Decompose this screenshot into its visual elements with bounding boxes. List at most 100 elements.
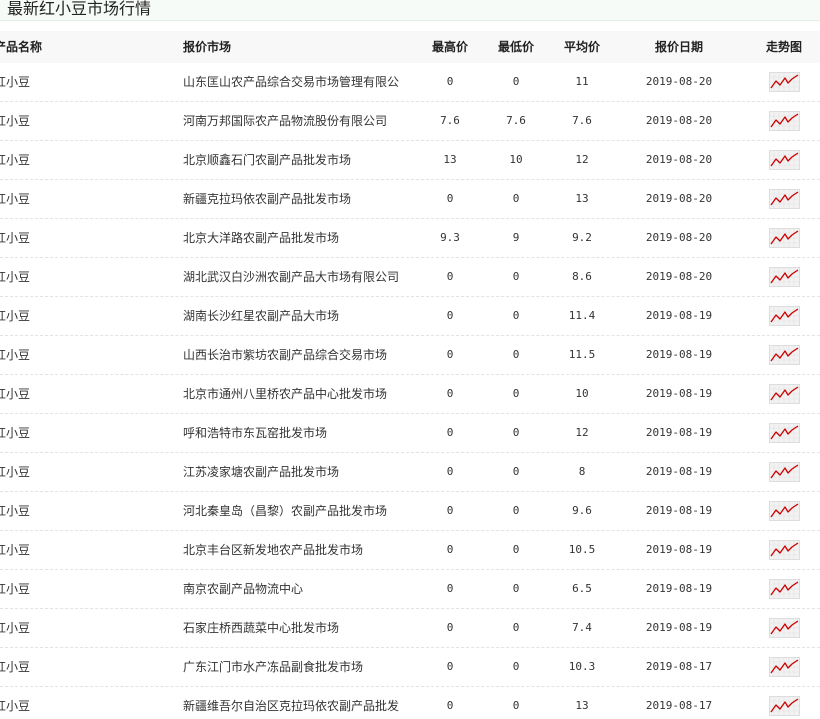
trend-chart-icon: [769, 267, 800, 287]
avg-price-cell: 9.6: [572, 504, 592, 517]
trend-chart-icon: [769, 306, 800, 326]
product-name-cell: 红小豆: [0, 699, 31, 713]
high-price-cell: 0: [446, 426, 454, 439]
high-price-cell: 0: [446, 504, 454, 517]
quote-date-cell: 2019-08-19: [645, 465, 713, 478]
high-price-cell: 0: [446, 387, 454, 400]
low-price-cell: 7.6: [506, 114, 526, 127]
low-price-cell: 9: [512, 231, 520, 244]
quote-date-cell: 2019-08-20: [645, 270, 713, 283]
trend-chart-icon: [769, 189, 800, 209]
product-name-cell: 红小豆: [0, 387, 31, 401]
table-row: 红小豆 河北秦皇岛（昌黎）农副产品批发市场 0 0 9.6 2019-08-19: [0, 492, 820, 531]
market-name-cell: 北京大洋路农副产品批发市场: [183, 231, 340, 245]
quote-date-cell: 2019-08-19: [645, 348, 713, 361]
table-row: 红小豆 山东匡山农产品综合交易市场管理有限公 0 0 11 2019-08-20: [0, 63, 820, 102]
quote-date-cell: 2019-08-19: [645, 582, 713, 595]
table-row: 红小豆 新疆维吾尔自治区克拉玛依农副产品批发 0 0 13 2019-08-17: [0, 687, 820, 719]
trend-chart-link[interactable]: [769, 306, 800, 326]
trend-chart-link[interactable]: [769, 657, 800, 677]
trend-chart-icon: [769, 501, 800, 521]
trend-chart-icon: [769, 540, 800, 560]
market-name-cell: 山西长治市紫坊农副产品综合交易市场: [183, 348, 388, 362]
table-row: 红小豆 湖北武汉白沙洲农副产品大市场有限公司 0 0 8.6 2019-08-20: [0, 258, 820, 297]
quote-date-cell: 2019-08-17: [645, 699, 713, 712]
trend-chart-icon: [769, 345, 800, 365]
trend-chart-link[interactable]: [769, 423, 800, 443]
trend-chart-link[interactable]: [769, 618, 800, 638]
trend-chart-link[interactable]: [769, 540, 800, 560]
market-name-cell: 山东匡山农产品综合交易市场管理有限公: [183, 75, 400, 89]
low-price-cell: 0: [512, 465, 520, 478]
table-row: 红小豆 湖南长沙红星农副产品大市场 0 0 11.4 2019-08-19: [0, 297, 820, 336]
trend-chart-link[interactable]: [769, 111, 800, 131]
avg-price-cell: 7.4: [572, 621, 592, 634]
column-header-market: 报价市场: [183, 40, 232, 54]
table-row: 红小豆 新疆克拉玛依农副产品批发市场 0 0 13 2019-08-20: [0, 180, 820, 219]
trend-chart-link[interactable]: [769, 384, 800, 404]
column-header-product: 产品名称: [0, 40, 43, 54]
quote-date-cell: 2019-08-20: [645, 153, 713, 166]
avg-price-cell: 11.4: [568, 309, 596, 322]
trend-chart-link[interactable]: [769, 696, 800, 716]
product-name-cell: 红小豆: [0, 192, 31, 206]
trend-chart-link[interactable]: [769, 579, 800, 599]
trend-chart-icon: [769, 462, 800, 482]
market-name-cell: 湖南长沙红星农副产品大市场: [183, 309, 340, 323]
product-name-cell: 红小豆: [0, 621, 31, 635]
trend-chart-link[interactable]: [769, 345, 800, 365]
market-name-cell: 石家庄桥西蔬菜中心批发市场: [183, 621, 340, 635]
high-price-cell: 0: [446, 699, 454, 712]
section-title: 最新红小豆市场行情: [7, 0, 152, 18]
quote-date-cell: 2019-08-19: [645, 504, 713, 517]
market-name-cell: 河北秦皇岛（昌黎）农副产品批发市场: [183, 504, 388, 518]
product-name-cell: 红小豆: [0, 465, 31, 479]
avg-price-cell: 7.6: [572, 114, 592, 127]
column-header-avg-price: 平均价: [563, 40, 600, 54]
table-body: 红小豆 山东匡山农产品综合交易市场管理有限公 0 0 11 2019-08-20 红小豆 河南…: [0, 63, 820, 719]
column-header-low-price: 最低价: [497, 40, 534, 54]
high-price-cell: 0: [446, 465, 454, 478]
low-price-cell: 0: [512, 543, 520, 556]
low-price-cell: 0: [512, 387, 520, 400]
avg-price-cell: 9.2: [572, 231, 592, 244]
avg-price-cell: 6.5: [572, 582, 592, 595]
low-price-cell: 0: [512, 660, 520, 673]
market-quotes-page: 最新红小豆市场行情 产品名称 报价市场 最高价 最低价 平均价 报价日期 走势图…: [0, 0, 820, 719]
quote-date-cell: 2019-08-19: [645, 543, 713, 556]
low-price-cell: 0: [512, 192, 520, 205]
high-price-cell: 0: [446, 192, 454, 205]
avg-price-cell: 12: [575, 153, 589, 166]
table-row: 红小豆 石家庄桥西蔬菜中心批发市场 0 0 7.4 2019-08-19: [0, 609, 820, 648]
market-name-cell: 湖北武汉白沙洲农副产品大市场有限公司: [183, 270, 400, 284]
quote-date-cell: 2019-08-20: [645, 114, 713, 127]
trend-chart-link[interactable]: [769, 501, 800, 521]
market-name-cell: 江苏凌家塘农副产品批发市场: [183, 465, 340, 479]
trend-chart-link[interactable]: [769, 267, 800, 287]
quote-date-cell: 2019-08-20: [645, 231, 713, 244]
high-price-cell: 0: [446, 543, 454, 556]
quote-date-cell: 2019-08-19: [645, 387, 713, 400]
column-header-high-price: 最高价: [431, 40, 468, 54]
section-header: 最新红小豆市场行情: [0, 0, 820, 21]
trend-chart-link[interactable]: [769, 189, 800, 209]
product-name-cell: 红小豆: [0, 582, 31, 596]
trend-chart-icon: [769, 696, 800, 716]
high-price-cell: 0: [446, 660, 454, 673]
high-price-cell: 9.3: [440, 231, 460, 244]
trend-chart-link[interactable]: [769, 150, 800, 170]
avg-price-cell: 13: [575, 192, 589, 205]
low-price-cell: 0: [512, 621, 520, 634]
trend-chart-link[interactable]: [769, 72, 800, 92]
trend-chart-link[interactable]: [769, 462, 800, 482]
trend-chart-icon: [769, 150, 800, 170]
avg-price-cell: 11: [575, 75, 589, 88]
high-price-cell: 0: [446, 582, 454, 595]
product-name-cell: 红小豆: [0, 348, 31, 362]
avg-price-cell: 13: [575, 699, 589, 712]
low-price-cell: 0: [512, 582, 520, 595]
trend-chart-link[interactable]: [769, 228, 800, 248]
quote-date-cell: 2019-08-20: [645, 192, 713, 205]
trend-chart-icon: [769, 657, 800, 677]
market-name-cell: 新疆维吾尔自治区克拉玛依农副产品批发: [183, 699, 400, 713]
